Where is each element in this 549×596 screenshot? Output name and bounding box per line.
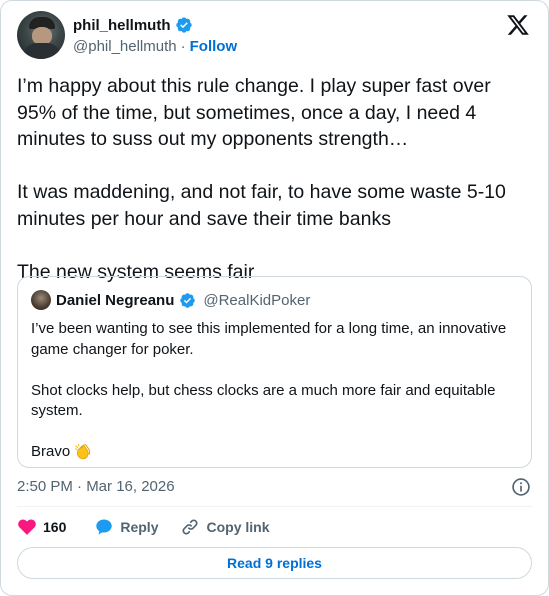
action-bar: 160 Reply Copy link: [17, 515, 292, 539]
x-logo-icon[interactable]: [506, 13, 530, 37]
reply-button[interactable]: Reply: [94, 517, 158, 537]
tweet-card: phil_hellmuth @phil_hellmuth · Follow I’…: [0, 0, 549, 596]
author-name-row: phil_hellmuth: [73, 15, 193, 35]
clapping-hands-emoji: [75, 444, 91, 460]
tweet-text: I’m happy about this rule change. I play…: [17, 75, 506, 283]
quoted-author-avatar: [31, 290, 51, 310]
like-count: 160: [43, 519, 67, 535]
handle-separator: ·: [180, 38, 186, 55]
read-replies-button[interactable]: Read 9 replies: [17, 547, 532, 579]
tweet-timestamp[interactable]: 2:50 PM · Mar 16, 2026: [17, 478, 175, 495]
author-name[interactable]: phil_hellmuth: [73, 17, 171, 34]
quoted-tweet[interactable]: Daniel Negreanu @RealKidPoker I’ve been …: [17, 276, 532, 468]
heart-icon: [18, 519, 36, 535]
speech-bubble-icon: [96, 519, 113, 535]
verified-badge-icon: [180, 292, 196, 308]
copy-link-button[interactable]: Copy link: [180, 517, 270, 537]
quoted-author-name: Daniel Negreanu: [56, 291, 175, 309]
author-avatar[interactable]: [17, 11, 65, 59]
info-icon[interactable]: [511, 477, 531, 497]
link-icon: [182, 519, 198, 535]
reply-label: Reply: [120, 519, 159, 535]
quoted-tweet-header: Daniel Negreanu @RealKidPoker: [31, 290, 310, 310]
follow-button[interactable]: Follow: [190, 38, 238, 55]
read-replies-label: Read 9 replies: [227, 555, 322, 571]
quoted-author-handle: @RealKidPoker: [203, 291, 311, 309]
avatar-body: [23, 43, 61, 59]
author-handle[interactable]: @phil_hellmuth: [73, 38, 177, 55]
quoted-tweet-body: I’ve been wanting to see this implemente…: [31, 320, 507, 460]
verified-badge-icon: [175, 17, 192, 33]
author-handle-row: @phil_hellmuth · Follow: [73, 38, 237, 55]
divider: [17, 506, 532, 507]
copy-link-label: Copy link: [206, 519, 270, 535]
quoted-tweet-text: I’ve been wanting to see this implemente…: [31, 319, 521, 463]
like-button[interactable]: 160: [17, 517, 72, 537]
